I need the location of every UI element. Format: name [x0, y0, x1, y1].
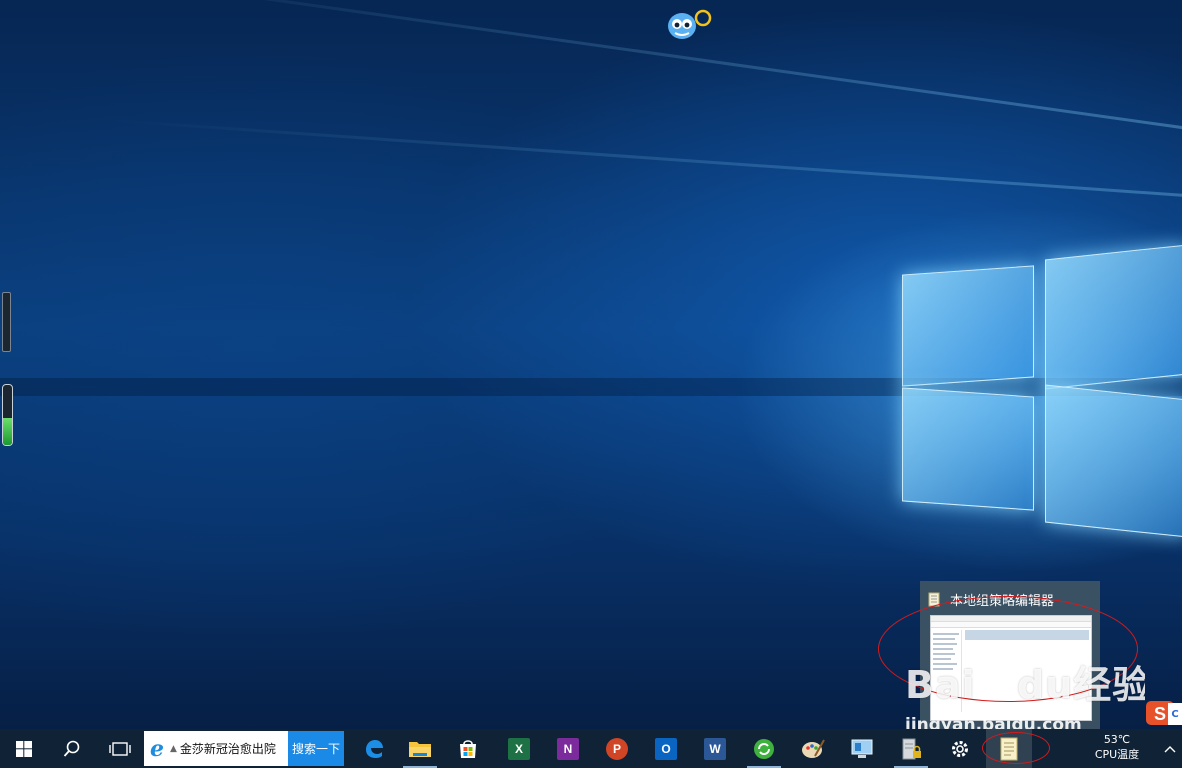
window-pane-bottom-right — [1045, 384, 1182, 538]
dropdown-caret-icon[interactable]: ▲ — [170, 744, 177, 754]
outlook-icon: O — [655, 737, 677, 760]
remote-desktop-app[interactable] — [839, 729, 885, 768]
gear-icon — [952, 740, 968, 757]
window-pane-top-left — [902, 265, 1034, 387]
powerpoint-app[interactable]: P — [594, 729, 640, 768]
start-button[interactable] — [0, 729, 48, 768]
settings-app[interactable] — [937, 729, 983, 768]
onenote-app[interactable]: N — [545, 729, 591, 768]
search-submit-button[interactable]: 搜索一下 — [288, 731, 344, 766]
remote-desktop-icon — [851, 739, 873, 758]
edge-icon — [366, 739, 383, 758]
excel-app[interactable]: X — [496, 729, 542, 768]
chevron-up-icon — [1164, 745, 1176, 752]
server-lock-icon — [902, 738, 921, 759]
task-view-icon — [109, 741, 131, 756]
side-gauge-small — [2, 292, 11, 352]
folder-icon — [409, 741, 431, 757]
window-pane-bottom-left — [902, 387, 1034, 511]
desktop-background: 本地组策略编辑器 Bai du经验 jingyan.baidu.com S C — [0, 0, 1182, 729]
svg-text:Bai: Bai — [905, 663, 976, 707]
outlook-app[interactable]: O — [643, 729, 689, 768]
baidu-logo-icon: Bai du经验 — [905, 663, 1150, 707]
browser-search-box: e ▲ 搜索一下 — [144, 731, 344, 766]
store-app[interactable] — [445, 729, 491, 768]
window-pane-top-right — [1045, 244, 1182, 390]
watermark-url: jingyan.baidu.com — [905, 715, 1082, 729]
store-icon — [460, 739, 476, 758]
gauge-fill — [3, 418, 12, 445]
palette-icon — [802, 739, 825, 758]
task-view-button[interactable] — [96, 729, 144, 768]
search-icon — [63, 740, 80, 757]
word-icon: W — [704, 737, 726, 760]
mascot-icon[interactable] — [666, 6, 714, 42]
file-explorer-app[interactable] — [397, 729, 443, 768]
svg-text:S: S — [1154, 704, 1166, 724]
cpu-temperature-widget[interactable]: 53℃ CPU温度 — [1086, 729, 1148, 768]
refresh-globe-icon — [754, 738, 774, 759]
search-button[interactable] — [48, 729, 96, 768]
windows-logo-icon — [16, 740, 32, 757]
ie-icon: e — [150, 735, 164, 762]
annotation-circle-small — [982, 732, 1050, 764]
powerpoint-icon: P — [606, 737, 628, 760]
show-hidden-icons-button[interactable] — [1158, 729, 1182, 768]
360-browser-app[interactable] — [741, 729, 787, 768]
server-manager-app[interactable] — [888, 729, 934, 768]
word-app[interactable]: W — [692, 729, 738, 768]
shadow-band — [0, 378, 1182, 396]
cpu-temp-label: CPU温度 — [1094, 748, 1140, 761]
light-beam — [70, 0, 1182, 133]
sogou-tab[interactable]: C — [1168, 703, 1182, 725]
edge-app[interactable] — [351, 729, 397, 768]
svg-text:du经验: du经验 — [1017, 663, 1145, 707]
paint-app[interactable] — [790, 729, 836, 768]
side-gauge-green — [2, 384, 13, 446]
light-beam — [102, 118, 1182, 198]
search-input[interactable] — [179, 741, 288, 756]
excel-icon: X — [508, 737, 530, 760]
watermark-logo: Bai du经验 — [905, 660, 1150, 719]
onenote-icon: N — [557, 737, 579, 760]
cpu-temp-value: 53℃ — [1103, 733, 1131, 746]
